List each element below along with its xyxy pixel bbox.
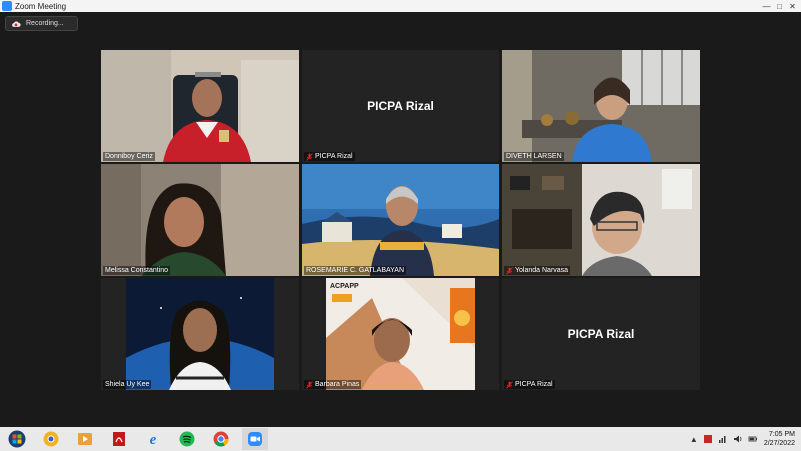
taskbar-spotify[interactable] (174, 428, 200, 450)
taskbar-pdf[interactable] (106, 428, 132, 450)
participant-nameplate: Barbara Pinas (304, 380, 362, 389)
media-player-icon (78, 433, 92, 445)
clock-date: 2/27/2022 (763, 440, 795, 447)
participant-nameplate: Shiela Uy Kee (103, 380, 152, 389)
system-clock[interactable]: 7:05 PM 2/27/2022 (764, 430, 795, 448)
participant-video (302, 164, 499, 276)
participant-video (502, 50, 700, 162)
chevron-up-icon[interactable]: ▲ (690, 435, 698, 444)
taskbar-chrome-canary[interactable] (38, 428, 64, 450)
muted-mic-icon (306, 380, 313, 389)
cloud-record-icon (12, 20, 21, 27)
video-tile[interactable]: Yolanda Narvasa (502, 164, 700, 276)
volume-icon[interactable] (733, 434, 743, 444)
video-tile[interactable]: DIVETH LARSEN (502, 50, 700, 162)
video-tile[interactable]: PICPA Rizal PICPA Rizal (302, 50, 499, 162)
participant-video (101, 50, 299, 162)
participant-nameplate: DIVETH LARSEN (504, 152, 564, 161)
spotify-icon (179, 431, 195, 447)
participant-video (101, 278, 299, 390)
network-icon[interactable] (718, 434, 728, 444)
edge-icon: e (150, 432, 157, 447)
pdf-icon (113, 432, 125, 446)
participant-nameplate: Yolanda Narvasa (504, 266, 571, 275)
video-tile[interactable]: Donniboy Ceriz (101, 50, 299, 162)
video-tile[interactable]: ROSEMARIE C. GATLABAYAN (302, 164, 499, 276)
clock-time: 7:05 PM (768, 431, 795, 438)
security-icon[interactable] (703, 434, 713, 444)
recording-label: Recording... (26, 20, 64, 27)
taskbar-zoom[interactable] (242, 428, 268, 450)
start-icon (8, 430, 26, 448)
participant-name: Melissa Constantino (105, 267, 169, 274)
video-tile[interactable]: ACPAPP Barbara Pinas (302, 278, 499, 390)
participant-nameplate: ROSEMARIE C. GATLABAYAN (304, 266, 407, 275)
participant-nameplate: PICPA Rizal (304, 152, 355, 161)
start-button[interactable] (4, 428, 30, 450)
minimize-button[interactable]: — (760, 0, 773, 12)
participant-name: DIVETH LARSEN (506, 153, 562, 160)
windows-taskbar: e ▲ 7:05 PM 2/27/2022 (0, 427, 801, 451)
muted-mic-icon (306, 152, 313, 161)
participant-name: Donniboy Ceriz (105, 153, 153, 160)
participant-name: Shiela Uy Kee (105, 381, 150, 388)
participant-name: Yolanda Narvasa (515, 267, 569, 274)
participant-video (302, 278, 499, 390)
muted-mic-icon (506, 266, 513, 275)
window-title: Zoom Meeting (15, 1, 67, 11)
participant-nameplate: Melissa Constantino (103, 266, 171, 275)
muted-mic-icon (506, 380, 513, 389)
participant-video (101, 164, 299, 276)
participant-name: ROSEMARIE C. GATLABAYAN (306, 267, 405, 274)
chrome-icon (213, 431, 229, 447)
chrome-canary-icon (43, 431, 59, 447)
svg-text:e: e (150, 432, 157, 447)
participant-video (502, 164, 700, 276)
zoom-app-icon (2, 1, 12, 11)
zoom-window: Zoom Meeting — □ ✕ Recording... Donniboy (0, 0, 801, 451)
title-bar: Zoom Meeting — □ ✕ (0, 0, 801, 12)
participant-center-label: PICPA Rizal (367, 99, 434, 113)
battery-icon[interactable] (748, 434, 758, 444)
participant-nameplate: Donniboy Ceriz (103, 152, 155, 161)
participant-nameplate: PICPA Rizal (504, 380, 555, 389)
taskbar-edge[interactable]: e (140, 428, 166, 450)
window-controls: — □ ✕ (760, 0, 799, 12)
recording-indicator[interactable]: Recording... (5, 16, 78, 31)
taskbar-media-player[interactable] (72, 428, 98, 450)
zoom-icon (248, 432, 262, 446)
participant-name: Barbara Pinas (315, 381, 360, 388)
video-tile[interactable]: PICPA Rizal PICPA Rizal (502, 278, 700, 390)
poster-text: ACPAPP (330, 283, 359, 290)
taskbar-chrome[interactable] (208, 428, 234, 450)
maximize-button[interactable]: □ (773, 0, 786, 12)
participant-center-label: PICPA Rizal (567, 327, 635, 341)
video-tile[interactable]: Shiela Uy Kee (101, 278, 299, 390)
video-tile-active-speaker[interactable]: Melissa Constantino (101, 164, 299, 276)
participant-name: PICPA Rizal (315, 153, 353, 160)
participant-name: PICPA Rizal (515, 381, 553, 388)
system-tray: ▲ 7:05 PM 2/27/2022 (690, 427, 795, 451)
close-button[interactable]: ✕ (786, 0, 799, 12)
